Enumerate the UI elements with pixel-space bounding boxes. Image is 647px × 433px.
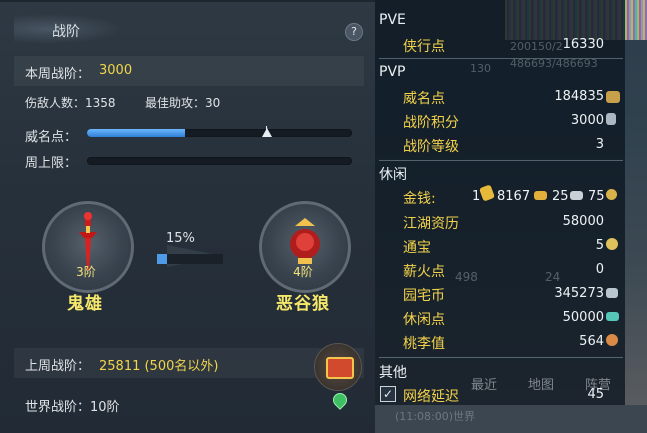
silver-ingot-icon xyxy=(570,191,583,200)
pvp-row-value-prestige: 184835 xyxy=(554,89,604,104)
leisure-row-value-yuanzhai: 345273 xyxy=(554,286,604,301)
bg-hp-text: 200150/2 xyxy=(510,40,563,53)
rank-panel: 战阶 ? 本周战阶： 3000 伤敌人数：1358 最佳助攻：30 威名点： 周… xyxy=(0,0,375,433)
bg-number-498: 498 xyxy=(455,270,478,284)
leisure-row-label-jianghu: 江湖资历 xyxy=(403,216,459,232)
tongbao-coin-icon xyxy=(606,238,618,250)
current-rank-name: 鬼雄 xyxy=(67,294,103,314)
latency-value: 45 xyxy=(587,387,604,402)
last-week-value: 25811 (500名以外) xyxy=(99,359,219,374)
prestige-progress-fill xyxy=(87,129,186,137)
bg-chat-text: (11:08:00)世界 xyxy=(395,410,475,423)
leisure-row-label-taoli: 桃李值 xyxy=(403,336,445,352)
pvp-row-value-level: 3 xyxy=(595,137,604,152)
latency-label: 网络延迟 xyxy=(403,389,459,405)
kills-count: 伤敌人数：1358 xyxy=(25,96,116,110)
money-silver-value: 8167 xyxy=(497,189,531,204)
prestige-currency-icon xyxy=(606,91,620,103)
bg-tab-map: 地图 xyxy=(528,378,555,393)
section-leisure: 休闲 xyxy=(379,167,407,183)
next-rank-name: 恶谷狼 xyxy=(276,294,330,314)
pvp-row-label-points: 战阶积分 xyxy=(403,115,459,131)
leisure-row-value-tongbao: 5 xyxy=(595,238,604,253)
panel-top-border xyxy=(0,0,375,2)
pvp-row-label-prestige: 威名点 xyxy=(403,91,445,107)
section-pvp: PVP xyxy=(379,64,406,80)
leisure-row-value-taoli: 564 xyxy=(579,334,604,349)
pve-row-label: 侠行点 xyxy=(403,39,445,55)
leisure-row-label-xinhuo: 薪火点 xyxy=(403,264,445,280)
world-rank: 世界战阶：10阶 xyxy=(25,400,120,415)
leisure-row-value-jianghu: 58000 xyxy=(562,214,604,229)
bg-tab-recent: 最近 xyxy=(471,378,498,393)
leisure-row-label-tongbao: 通宝 xyxy=(403,240,431,256)
divider xyxy=(379,160,623,161)
rank-progress-bar xyxy=(157,254,223,264)
last-week-label: 上周战阶： xyxy=(25,359,91,374)
leisure-row-label-yuanzhai: 园宅币 xyxy=(403,288,445,304)
rank-progress-percent: 15% xyxy=(166,231,195,246)
divider xyxy=(379,357,623,358)
section-pve: PVE xyxy=(379,12,406,28)
divider xyxy=(379,58,623,59)
pvp-row-value-points: 3000 xyxy=(570,113,604,128)
best-assists: 最佳助攻：30 xyxy=(145,96,221,110)
weekly-rank-value: 3000 xyxy=(99,63,133,78)
rank-points-icon xyxy=(606,113,616,125)
section-other: 其他 xyxy=(379,365,407,381)
location-pin-icon[interactable] xyxy=(330,390,350,410)
leisure-point-icon xyxy=(606,312,619,321)
leisure-row-value-xinhuo: 0 xyxy=(595,262,604,277)
yuanbao-icon xyxy=(534,191,547,200)
weekly-cap-label: 周上限： xyxy=(25,156,78,171)
reward-chest-icon[interactable] xyxy=(314,343,362,391)
prestige-marker-icon xyxy=(262,128,272,137)
prestige-label: 威名点： xyxy=(25,130,78,145)
coin-icon xyxy=(606,189,617,200)
bg-number-24: 24 xyxy=(545,270,561,284)
latency-checkbox[interactable]: ✓ xyxy=(380,386,396,402)
money-label: 金钱: xyxy=(403,191,436,207)
prestige-progress-bar xyxy=(87,129,352,137)
next-rank-level: 4阶 xyxy=(293,265,313,279)
weekly-rank-label: 本周战阶： xyxy=(25,67,91,82)
currency-panel: 200150/2 486693/486693 130 498 24 PVE 侠行… xyxy=(375,0,647,433)
money-copper-value: 25 xyxy=(552,189,569,204)
pve-row-value: 16330 xyxy=(562,37,604,52)
chest-box xyxy=(326,357,354,379)
leisure-row-label-xiuxian: 休闲点 xyxy=(403,312,445,328)
rank-progress-fill xyxy=(157,254,167,264)
help-icon[interactable]: ? xyxy=(345,23,363,41)
money-coin-value: 75 xyxy=(588,189,605,204)
panel-title: 战阶 xyxy=(52,24,80,40)
weekly-cap-bar xyxy=(87,157,352,165)
peach-icon xyxy=(606,334,618,346)
pvp-row-label-level: 战阶等级 xyxy=(403,139,459,155)
current-rank-level: 3阶 xyxy=(76,265,96,279)
leisure-row-value-xiuxian: 50000 xyxy=(562,310,604,325)
garden-coin-icon xyxy=(606,288,618,298)
bg-level-text: 130 xyxy=(470,62,491,75)
